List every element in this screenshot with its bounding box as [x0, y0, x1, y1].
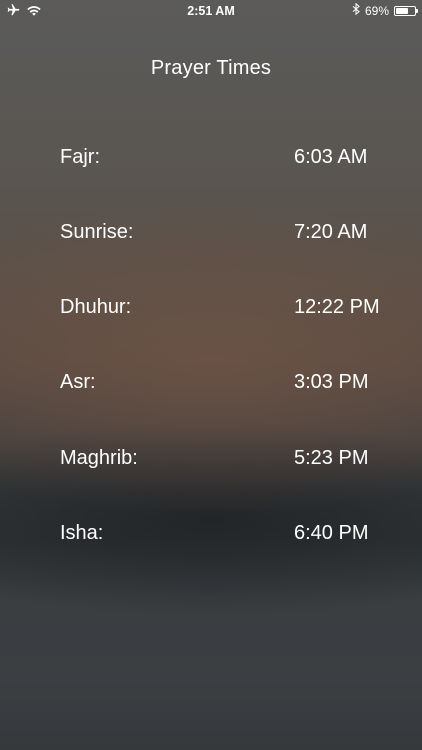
prayer-time: 5:23 PM [294, 447, 369, 469]
prayer-time: 7:20 AM [294, 221, 368, 243]
prayer-row-dhuhur: Dhuhur: 12:22 PM [0, 296, 422, 326]
battery-level-fill [396, 7, 409, 14]
prayer-name: Maghrib: [60, 447, 138, 469]
prayer-time: 6:03 AM [294, 146, 368, 168]
prayer-row-isha: Isha: 6:40 PM [0, 522, 422, 552]
prayer-name: Sunrise: [60, 221, 134, 243]
battery-percent: 69% [364, 3, 389, 18]
prayer-name: Isha: [60, 522, 104, 544]
prayer-row-fajr: Fajr: 6:03 AM [0, 146, 422, 176]
bluetooth-icon [352, 2, 360, 18]
prayer-row-maghrib: Maghrib: 5:23 PM [0, 447, 422, 477]
prayer-name: Fajr: [60, 146, 100, 168]
page-title: Prayer Times [150, 57, 272, 79]
prayer-row-sunrise: Sunrise: 7:20 AM [0, 221, 422, 251]
battery-icon [394, 5, 418, 16]
prayer-name: Dhuhur: [60, 296, 132, 318]
status-right-group: 69% [352, 2, 418, 18]
prayer-row-asr: Asr: 3:03 PM [0, 371, 422, 401]
prayer-name: Asr: [60, 371, 96, 393]
battery-tip [416, 9, 418, 13]
status-bar: 2:51 AM 69% [0, 0, 422, 22]
prayer-time: 12:22 PM [294, 296, 380, 318]
prayer-time: 3:03 PM [294, 371, 369, 393]
prayer-time: 6:40 PM [294, 522, 369, 544]
